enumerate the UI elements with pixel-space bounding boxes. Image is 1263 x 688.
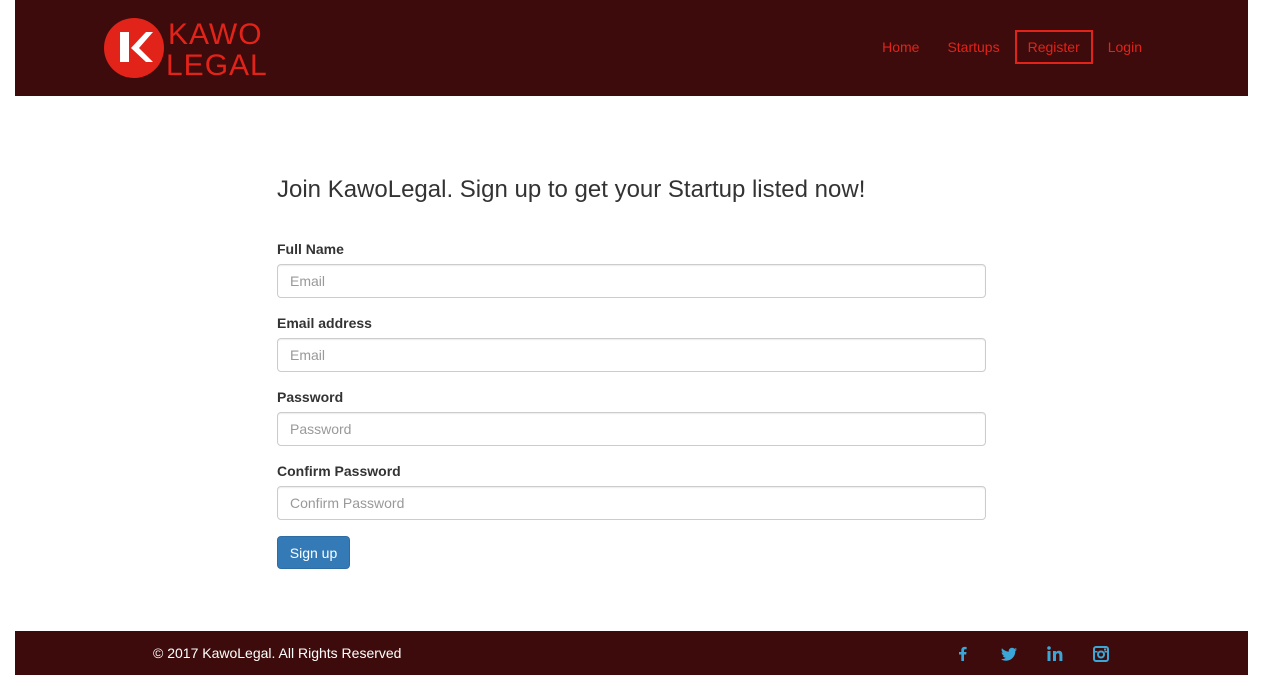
nav-startups-link[interactable]: Startups: [934, 30, 1012, 64]
twitter-icon[interactable]: [999, 644, 1045, 664]
nav-login-link[interactable]: Login: [1095, 30, 1155, 64]
main-nav: Home Startups Register Login: [867, 30, 1155, 64]
copyright-text: © 2017 KawoLegal. All Rights Reserved: [153, 645, 402, 661]
svg-text:KAWO: KAWO: [168, 18, 263, 51]
linkedin-icon[interactable]: [1045, 644, 1091, 664]
site-header: KAWO LEGAL Home Startups Register Login: [15, 0, 1248, 96]
nav-register-link[interactable]: Register: [1014, 30, 1093, 64]
email-label: Email address: [277, 315, 372, 331]
site-footer: © 2017 KawoLegal. All Rights Reserved: [15, 631, 1248, 675]
instagram-icon[interactable]: [1091, 644, 1137, 664]
password-label: Password: [277, 389, 344, 405]
nav-home-link[interactable]: Home: [869, 30, 932, 64]
social-links: [953, 644, 1137, 664]
confirm-password-input[interactable]: [277, 486, 986, 520]
svg-text:LEGAL: LEGAL: [166, 49, 268, 79]
email-input[interactable]: [277, 338, 986, 372]
facebook-icon[interactable]: [953, 644, 999, 664]
page-title: Join KawoLegal. Sign up to get your Star…: [277, 176, 866, 203]
full-name-input[interactable]: [277, 264, 986, 298]
sign-up-button[interactable]: Sign up: [277, 536, 350, 569]
full-name-label: Full Name: [277, 241, 344, 257]
password-input[interactable]: [277, 412, 986, 446]
confirm-password-label: Confirm Password: [277, 463, 401, 479]
kawolegal-logo[interactable]: KAWO LEGAL: [103, 17, 278, 82]
